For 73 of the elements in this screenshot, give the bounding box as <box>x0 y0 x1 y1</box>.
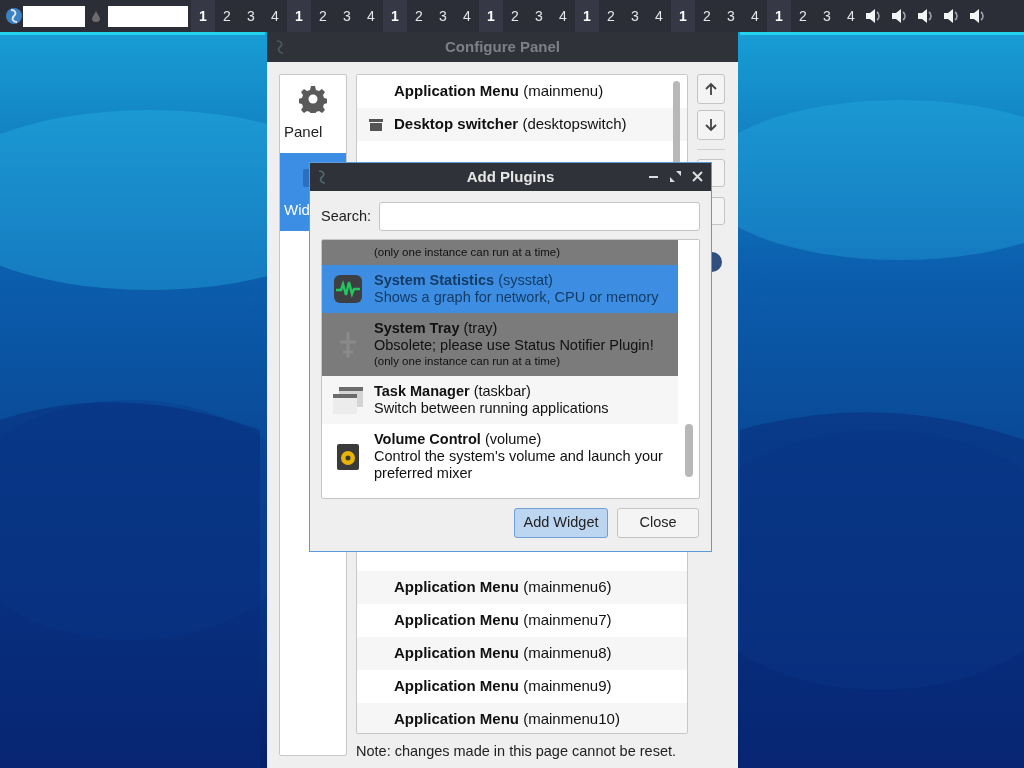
graph-icon <box>333 274 363 304</box>
desktop-button[interactable]: 1 <box>383 0 407 32</box>
sidebar-label: Wid <box>283 199 310 220</box>
volume-icon[interactable] <box>943 8 961 24</box>
dialog-button[interactable]: Close <box>617 508 699 538</box>
desktop-button[interactable]: 2 <box>599 0 623 32</box>
desktop-button[interactable]: 1 <box>671 0 695 32</box>
volume-icon[interactable] <box>865 8 883 24</box>
window-title: Configure Panel <box>445 36 560 57</box>
note-text: Note: changes made in this page cannot be reset. <box>356 742 677 761</box>
desktop-button[interactable]: 3 <box>335 0 359 32</box>
desktop-button[interactable]: 2 <box>407 0 431 32</box>
plugin-title: System Statistics (sysstat) <box>374 272 554 289</box>
dialog-title: Add Plugins <box>466 166 555 187</box>
widget-name[interactable]: Application Menu (mainmenu7) <box>394 609 612 632</box>
move-down-button[interactable] <box>697 110 725 140</box>
gear-icon <box>299 84 327 113</box>
desktop-button[interactable]: 1 <box>479 0 503 32</box>
desktop-button[interactable]: 4 <box>455 0 479 32</box>
menu-logo-icon[interactable] <box>5 6 23 26</box>
desktop-button[interactable]: 3 <box>527 0 551 32</box>
drop-icon[interactable] <box>91 10 101 22</box>
desktop-button[interactable]: 4 <box>551 0 575 32</box>
desktop-button[interactable]: 4 <box>647 0 671 32</box>
windows-icon <box>333 385 363 415</box>
desktop-button[interactable]: 3 <box>815 0 839 32</box>
desktop-button[interactable]: 3 <box>623 0 647 32</box>
plugin-title: Volume Control (volume) <box>374 431 543 448</box>
move-up-button[interactable] <box>697 74 725 104</box>
sidebar-label: Panel <box>283 121 323 142</box>
desktop-button[interactable]: 2 <box>791 0 815 32</box>
sidebar-item[interactable]: Panel <box>280 75 346 153</box>
desktop-button[interactable]: 1 <box>287 0 311 32</box>
volume-icon[interactable] <box>891 8 909 24</box>
plugin-description: Control the system's volume and launch your preferred mixer <box>374 448 664 482</box>
desktop-button[interactable]: 4 <box>263 0 287 32</box>
search-field[interactable] <box>379 202 700 231</box>
desktop-button[interactable]: 2 <box>503 0 527 32</box>
search-label: Search: <box>321 206 371 226</box>
close-icon[interactable] <box>691 170 704 183</box>
arrow-down-icon <box>705 118 717 132</box>
plugin-description: (only one instance can run at a time) <box>374 245 562 260</box>
dialog-button[interactable]: Add Widget <box>514 508 608 538</box>
plugin-description: Obsolete; please use Status Notifier Plugin! <box>374 337 655 354</box>
volume-icon[interactable] <box>917 8 935 24</box>
desktop-icon <box>368 118 383 131</box>
plugin-description: (only one instance can run at a time) <box>374 354 562 369</box>
desktop-button[interactable]: 4 <box>359 0 383 32</box>
plugin-title: System Tray (tray) <box>374 320 499 337</box>
desktop-button[interactable]: 2 <box>311 0 335 32</box>
desktop-button[interactable]: 1 <box>767 0 791 32</box>
plugin-title: Task Manager (taskbar) <box>374 383 532 400</box>
arrow-up-icon <box>705 82 717 96</box>
desktop-button[interactable]: 3 <box>719 0 743 32</box>
plugin-item[interactable]: Task Manager (taskbar) Switch between running applications <box>322 376 678 424</box>
desktop-button[interactable]: 4 <box>839 0 863 32</box>
task-button[interactable] <box>108 5 188 27</box>
desktop-button[interactable]: 2 <box>695 0 719 32</box>
widget-name[interactable]: Application Menu (mainmenu9) <box>394 675 612 698</box>
desktop-button[interactable]: 1 <box>191 0 215 32</box>
plugin-description: Switch between running applications <box>374 400 610 417</box>
speaker-icon <box>336 442 360 471</box>
scrollbar-thumb[interactable] <box>685 424 693 477</box>
maximize-icon[interactable] <box>669 170 682 183</box>
volume-icon[interactable] <box>969 8 987 24</box>
widget-name[interactable]: Application Menu (mainmenu) <box>394 80 604 103</box>
desktop-button[interactable]: 2 <box>215 0 239 32</box>
desktop-button[interactable]: 3 <box>431 0 455 32</box>
desktop-button[interactable]: 1 <box>575 0 599 32</box>
plugin-description: Shows a graph for network, CPU or memory <box>374 289 660 306</box>
task-button[interactable] <box>23 5 85 27</box>
desktop-button[interactable]: 3 <box>239 0 263 32</box>
desktop-button[interactable]: 4 <box>743 0 767 32</box>
